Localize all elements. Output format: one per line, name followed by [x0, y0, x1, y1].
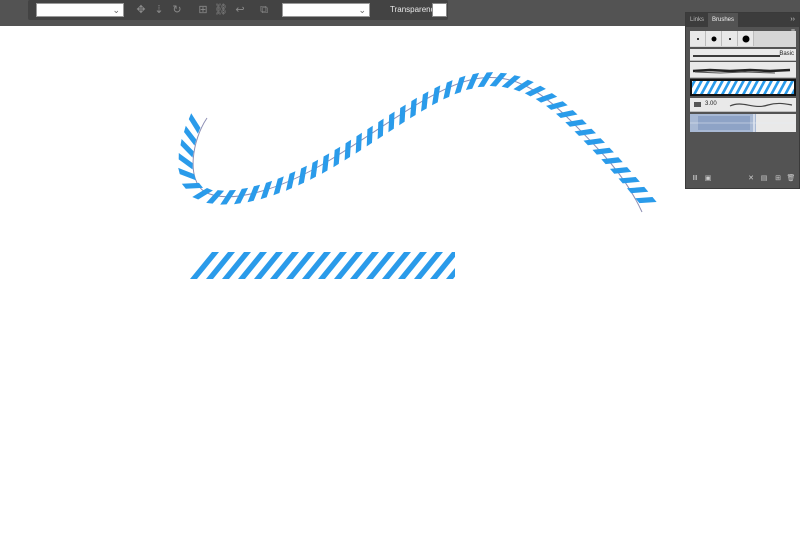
- brush-tiny-dot[interactable]: [690, 31, 706, 46]
- curve-stripe-segment: [388, 111, 395, 133]
- curve-stripe-segment: [583, 138, 605, 146]
- brush-calligraphic[interactable]: 3.00: [690, 98, 796, 112]
- tab-links[interactable]: Links: [686, 13, 708, 27]
- curve-stripe-segment: [273, 176, 284, 196]
- control-bar: ⌄ ✥ ⇣ ↻ ⊞ ⛓ ↩ ⧉ ⌄ Transparency: [0, 0, 800, 26]
- brush-charcoal[interactable]: [690, 62, 796, 78]
- curve-stripe-segment: [565, 119, 587, 127]
- brush-medium-dot[interactable]: [706, 31, 722, 46]
- brush-art-image[interactable]: [690, 114, 796, 132]
- charcoal-stroke-preview: [692, 68, 791, 74]
- dot-icon: [742, 35, 749, 42]
- pattern-brush-line[interactable]: [190, 252, 475, 279]
- curve-stripe-segment: [355, 132, 362, 154]
- move-icon[interactable]: ✥: [134, 3, 148, 17]
- brush-type-icon: [694, 102, 701, 107]
- anchor-icon[interactable]: ⇣: [152, 3, 166, 17]
- pattern-brush-curve[interactable]: [178, 72, 657, 205]
- dot-icon: [711, 36, 716, 41]
- transparency-swatch[interactable]: [432, 3, 447, 17]
- symbol-icon[interactable]: ⧉: [257, 3, 271, 17]
- curve-stripe-segment: [188, 113, 201, 134]
- dot-brush-row: [690, 31, 796, 47]
- curve-stripe-segment: [184, 125, 197, 146]
- curve-stripe-segment: [513, 79, 534, 92]
- curve-stripe-segment: [310, 159, 319, 180]
- curve-stripe-segment: [260, 180, 273, 200]
- brushes-panel: Links Brushes ›› ≡ Basic 3.00: [685, 12, 800, 189]
- selected-path[interactable]: [192, 76, 643, 213]
- curve-stripe-segment: [574, 128, 596, 136]
- curve-stripe-segment: [627, 186, 649, 194]
- dot-icon: [696, 37, 699, 40]
- curve-stripe-segment: [366, 125, 373, 147]
- curve-stripe-segment: [344, 139, 352, 161]
- curve-stripe-segment: [465, 72, 480, 90]
- artboard[interactable]: [0, 26, 685, 535]
- panel-footer: Ⅲ ▣ ✕ ▤ ⊞ 🗑: [686, 173, 799, 187]
- libraries-panel-icon[interactable]: ▣: [703, 174, 713, 184]
- wavy-stroke-preview: [729, 102, 793, 108]
- curve-stripe-segment: [601, 157, 623, 165]
- chevron-down-icon: ⌄: [358, 5, 366, 15]
- curve-stripe-segment: [298, 165, 307, 186]
- brush-options-icon[interactable]: ▤: [759, 174, 769, 184]
- link-icon[interactable]: ⛓: [214, 3, 228, 17]
- panel-tabs: Links Brushes ››: [686, 13, 799, 27]
- curve-stripe-segment: [181, 182, 203, 189]
- artwork-svg: [178, 72, 657, 279]
- isolate-icon[interactable]: ⊞: [196, 3, 210, 17]
- curve-stripe-segment: [410, 97, 417, 119]
- new-brush-icon[interactable]: ⊞: [773, 174, 783, 184]
- curve-stripe-segment: [377, 118, 384, 140]
- curve-stripe-segment: [592, 147, 614, 155]
- curve-stripe-segment: [321, 153, 330, 174]
- curve-stripe-segment: [333, 146, 341, 168]
- chevron-down-icon: ⌄: [112, 5, 120, 15]
- curve-stripe-segment: [635, 197, 657, 204]
- delete-brush-icon[interactable]: 🗑: [786, 174, 796, 184]
- return-icon[interactable]: ↩: [233, 3, 247, 17]
- control-bar-group: ⌄ ✥ ⇣ ↻ ⊞ ⛓ ↩ ⧉ ⌄ Transparency: [28, 0, 448, 20]
- image-brush-preview: [690, 114, 796, 132]
- collapse-icon[interactable]: ››: [790, 13, 795, 27]
- brush-basic[interactable]: Basic: [690, 49, 796, 61]
- brush-stripe-pattern[interactable]: [686, 79, 800, 96]
- brush-small-dot[interactable]: [722, 31, 738, 46]
- curve-stripe-segment: [247, 184, 261, 203]
- brush-size-label: 3.00: [705, 101, 717, 107]
- tab-brushes[interactable]: Brushes: [708, 13, 739, 27]
- brush-large-dot[interactable]: [738, 31, 754, 46]
- remove-stroke-icon[interactable]: ✕: [746, 174, 756, 184]
- stripe-pattern-preview: [686, 81, 800, 94]
- brush-libraries-icon[interactable]: Ⅲ: [690, 174, 700, 184]
- curve-stripe-segment: [610, 167, 632, 174]
- dot-icon: [728, 37, 731, 40]
- blend-dropdown[interactable]: ⌄: [282, 3, 370, 17]
- style-dropdown[interactable]: ⌄: [36, 3, 124, 17]
- curve-stripe-segment: [285, 171, 296, 191]
- curve-stripe-segment: [546, 101, 568, 110]
- curve-stripe-segment: [399, 104, 406, 126]
- basic-label: Basic: [779, 51, 794, 57]
- rotate-icon[interactable]: ↻: [170, 3, 184, 17]
- curve-stripe-segment: [535, 93, 558, 103]
